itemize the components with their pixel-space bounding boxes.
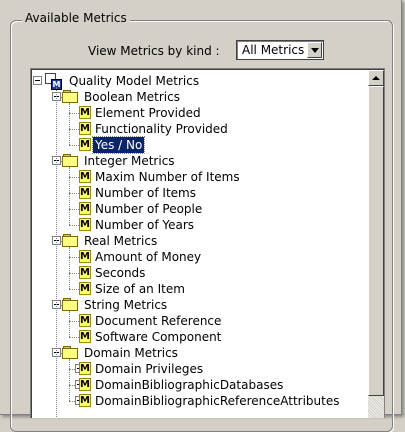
tree-metric-label: Maxim Number of Items <box>95 170 240 184</box>
tree-connector-line <box>69 247 70 289</box>
folder-icon <box>62 234 78 247</box>
tree-category[interactable]: Domain Metrics <box>31 345 361 361</box>
tree-connector-line <box>69 359 70 401</box>
tree-metric-item[interactable]: M Seconds <box>31 265 361 281</box>
folder-icon <box>62 298 78 311</box>
metric-m-icon: M <box>79 250 91 263</box>
folder-icon <box>62 346 78 359</box>
tree-category[interactable]: Integer Metrics <box>31 153 361 169</box>
tree-category-label: String Metrics <box>84 298 168 312</box>
tree-metric-item[interactable]: M Number of People <box>31 201 361 217</box>
tree-metric-label: Number of Items <box>95 186 196 200</box>
tree-metric-label: Document Reference <box>95 314 222 328</box>
tree-metric-label: Element Provided <box>95 106 201 120</box>
tree-metric-label: Functionality Provided <box>95 122 228 136</box>
tree-category-label: Domain Metrics <box>84 346 178 360</box>
tree-metric-item[interactable]: M Size of an Item <box>31 281 361 297</box>
metrics-tree[interactable]: M Quality Model Metrics Boolean Metrics M El… <box>30 68 385 418</box>
quality-model-icon: M <box>45 73 62 90</box>
tree-metric-label: Amount of Money <box>95 250 202 264</box>
metric-m-icon: M <box>79 362 91 375</box>
tree-metric-item[interactable]: M Domain Privileges <box>31 361 361 377</box>
tree-category[interactable]: Real Metrics <box>31 233 361 249</box>
scroll-up-button[interactable] <box>368 70 384 86</box>
tree-category-label: Integer Metrics <box>84 154 175 168</box>
scroll-thumb[interactable] <box>368 86 384 396</box>
metric-m-icon: M <box>79 138 91 151</box>
tree-metric-item[interactable]: M Software Component <box>31 329 361 345</box>
tree-metric-item[interactable]: M Functionality Provided <box>31 121 361 137</box>
group-title: Available Metrics <box>22 10 130 26</box>
tree-metric-item[interactable]: M DomainBibliographicDatabases <box>31 377 361 393</box>
tree-metric-label: DomainBibliographicReferenceAttributes <box>95 394 340 408</box>
tree-metric-label: Software Component <box>95 330 222 344</box>
metric-m-icon: M <box>79 330 91 343</box>
tree-metric-item[interactable]: M Amount of Money <box>31 249 361 265</box>
metric-m-icon: M <box>79 314 91 327</box>
tree-metric-item[interactable]: M Number of Items <box>31 185 361 201</box>
folder-icon <box>62 154 78 167</box>
vertical-scrollbar[interactable] <box>368 70 384 418</box>
tree-metric-label: DomainBibliographicDatabases <box>95 378 284 392</box>
tree-connector-line <box>69 311 70 337</box>
metric-m-icon: M <box>79 170 91 183</box>
tree-category[interactable]: Boolean Metrics <box>31 89 361 105</box>
tree-category[interactable]: String Metrics <box>31 297 361 313</box>
folder-icon <box>62 90 78 103</box>
tree-metric-item[interactable]: M Number of Years <box>31 217 361 233</box>
metric-m-icon: M <box>79 186 91 199</box>
tree-metric-item[interactable]: M DomainBibliographicReferenceAttributes <box>31 393 361 409</box>
metric-kind-selected: All Metrics <box>242 43 305 57</box>
tree-metric-item[interactable]: M Yes / No <box>31 136 361 154</box>
metric-m-icon: M <box>79 378 91 391</box>
tree-metric-label: Seconds <box>95 266 146 280</box>
metric-kind-dropdown[interactable]: All Metrics <box>236 40 324 60</box>
tree-metric-item[interactable]: M Document Reference <box>31 313 361 329</box>
metric-m-icon: M <box>79 394 91 407</box>
metric-m-icon: M <box>79 202 91 215</box>
metric-m-icon: M <box>79 266 91 279</box>
metric-m-icon: M <box>79 122 91 135</box>
tree-connector-line <box>69 167 70 225</box>
metric-m-icon: M <box>79 218 91 231</box>
tree-metric-label: Domain Privileges <box>95 362 204 376</box>
chevron-down-icon[interactable] <box>307 42 322 58</box>
tree-connector-line <box>69 103 70 145</box>
tree-metric-label: Size of an Item <box>95 282 185 296</box>
tree-category-label: Boolean Metrics <box>84 90 180 104</box>
metric-m-icon: M <box>79 282 91 295</box>
tree-root[interactable]: M Quality Model Metrics <box>31 73 361 90</box>
view-by-kind-label: View Metrics by kind : <box>88 44 220 58</box>
metric-m-icon: M <box>79 106 91 119</box>
tree-root-label: Quality Model Metrics <box>69 74 200 88</box>
minus-box-icon[interactable] <box>33 76 42 85</box>
tree-metric-label: Number of Years <box>95 218 195 232</box>
tree-metric-item[interactable]: M Maxim Number of Items <box>31 169 361 185</box>
tree-category-label: Real Metrics <box>84 234 158 248</box>
tree-metric-label: Yes / No <box>91 136 146 154</box>
tree-metric-item[interactable]: M Element Provided <box>31 105 361 121</box>
tree-metric-label: Number of People <box>95 202 203 216</box>
tree-connector-line <box>56 87 57 418</box>
